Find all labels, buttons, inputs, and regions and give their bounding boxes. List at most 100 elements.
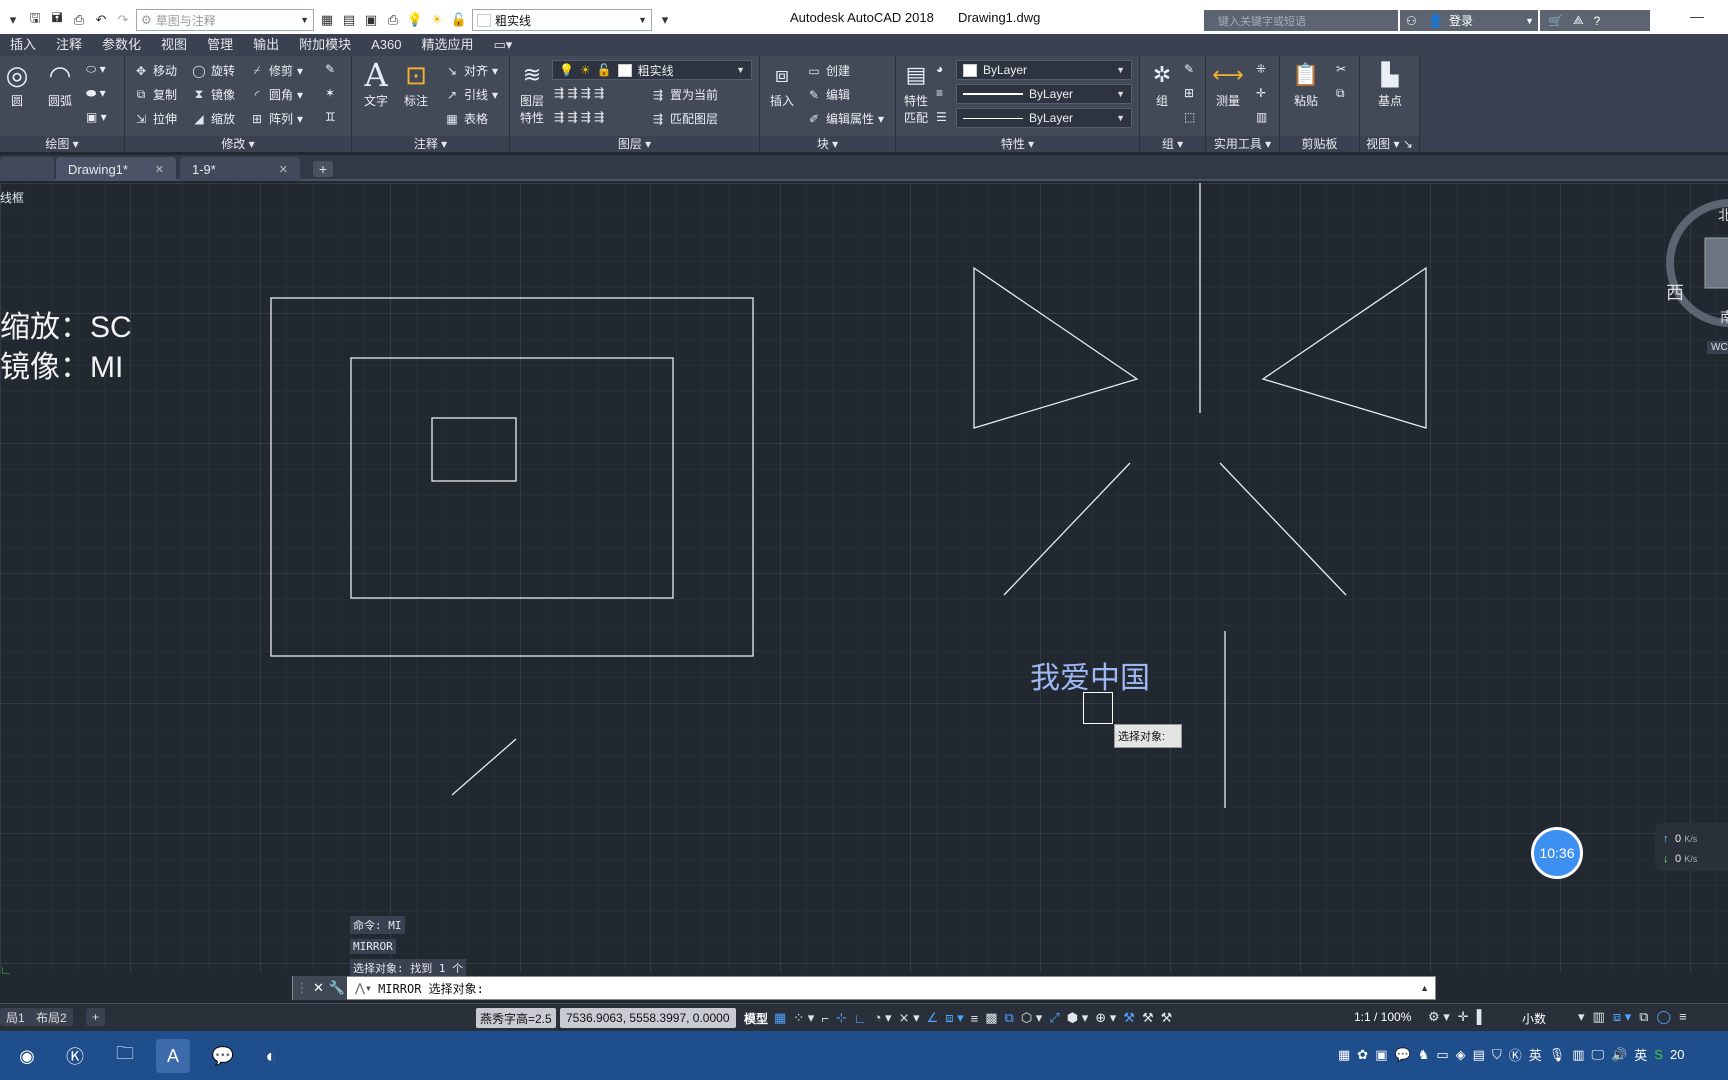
tray-app-icon-1[interactable]: ▦ xyxy=(1338,1047,1350,1063)
tray-app-icon-5[interactable]: ▭ xyxy=(1436,1047,1448,1063)
left-triangle[interactable] xyxy=(973,266,1139,429)
ungroup-icon[interactable]: ✎ xyxy=(1184,62,1194,76)
workspace-selector[interactable]: ⚙ 草图与注释 ▼ xyxy=(136,9,314,31)
snap-icon[interactable]: ⁘ ▾ xyxy=(793,1010,814,1026)
menu-icon[interactable]: ▾ xyxy=(4,11,22,29)
floating-clock[interactable]: 10:36 xyxy=(1531,827,1583,879)
group-select-icon[interactable]: ⬚ xyxy=(1184,110,1195,124)
qat-more-icon[interactable]: ▾ xyxy=(656,11,674,29)
new-tab-button[interactable]: + xyxy=(313,161,333,177)
tab-drawing1[interactable]: Drawing1* ✕ xyxy=(56,157,176,181)
exchange-icon[interactable]: ⟁ xyxy=(1573,13,1584,28)
close-icon[interactable]: ✕ xyxy=(279,163,288,176)
wrench-icon[interactable]: 🔧 xyxy=(328,980,344,996)
group-edit-icon[interactable]: ⊞ xyxy=(1184,86,1194,100)
mirror-button[interactable]: ⧗ 镜像 xyxy=(191,86,235,103)
annotation-scale-value[interactable]: 1:1 / 100% xyxy=(1354,1010,1411,1024)
short-diagonal-line[interactable] xyxy=(451,738,517,796)
edit-attribute-button[interactable]: ✐ 编辑属性 ▾ xyxy=(806,110,884,127)
dimension-button[interactable]: ⊡ 标注 xyxy=(398,58,434,109)
match-properties-button[interactable]: ▤ 特性 匹配 xyxy=(898,58,934,126)
hatch-icon[interactable]: ⬬ ▾ xyxy=(86,86,106,101)
tab-addins[interactable]: 附加模块 xyxy=(289,34,361,56)
group-button[interactable]: ✲ 组 xyxy=(1144,58,1180,109)
set-current-button[interactable]: ⇶ 置为当前 xyxy=(650,86,718,103)
erase-icon[interactable]: ✎ xyxy=(325,62,335,76)
right-triangle[interactable] xyxy=(1261,266,1427,429)
ribbon-toggle-icon[interactable]: ▭▾ xyxy=(484,34,523,56)
saveall-icon[interactable]: ▣ xyxy=(362,11,380,29)
minimize-button[interactable]: — xyxy=(1690,8,1704,24)
fillet-button[interactable]: ◜ 圆角 ▾ xyxy=(249,86,303,103)
tray-app-icon-4[interactable]: ♞ xyxy=(1418,1047,1430,1063)
hardware-accel-icon[interactable]: ⧉ xyxy=(1639,1009,1648,1025)
match-layer-button[interactable]: ⇶ 匹配图层 xyxy=(650,110,718,127)
panel-label-clipboard[interactable]: 剪贴板 xyxy=(1280,136,1359,152)
explode-icon[interactable]: ✶ xyxy=(325,86,335,100)
align-button[interactable]: ↘ 对齐 ▾ xyxy=(444,62,498,79)
bulb-icon[interactable]: 💡 xyxy=(406,11,424,29)
help-icon[interactable]: ? xyxy=(1594,14,1601,28)
tray-app-icon-3[interactable]: ▣ xyxy=(1375,1047,1387,1063)
customize-icon[interactable]: ≡ xyxy=(1679,1009,1687,1025)
isodraft-icon[interactable]: ⨯ ▾ xyxy=(899,1010,920,1026)
selection-cycling-icon[interactable]: ⧉ xyxy=(1005,1010,1014,1026)
tray-wechat-icon[interactable]: 💬 xyxy=(1395,1047,1411,1063)
gizmo-icon[interactable]: ⊕ ▾ xyxy=(1095,1010,1116,1026)
panel-label-view[interactable]: 视图 ▾ ↘ xyxy=(1360,136,1419,152)
tab-parametric[interactable]: 参数化 xyxy=(92,34,151,56)
copy-button[interactable]: ⧉ 复制 xyxy=(133,86,177,103)
outer-rectangle[interactable] xyxy=(270,297,754,657)
close-icon[interactable]: ✕ xyxy=(313,980,324,996)
layer-dropdown[interactable]: 💡 ☀ 🔓 粗实线 ▼ xyxy=(552,60,752,80)
point-icon[interactable]: ⁜ xyxy=(1256,62,1266,76)
tab-a360[interactable]: A360 xyxy=(361,34,411,56)
workspace-gear-icon[interactable]: ⚙ ▾ xyxy=(1428,1009,1450,1025)
selection-filter-icon[interactable]: ⬢ ▾ xyxy=(1067,1010,1089,1026)
trim-button[interactable]: ⌿ 修剪 ▾ xyxy=(249,62,303,79)
layer-properties-button[interactable]: ≋ 图层 特性 xyxy=(514,58,550,126)
publish-icon[interactable]: ▦ xyxy=(318,11,336,29)
arc-button[interactable]: ◠ 圆弧 xyxy=(42,58,78,109)
polar-icon[interactable]: ◔ ▾ xyxy=(874,1010,892,1026)
tab-manage[interactable]: 管理 xyxy=(197,34,243,56)
font-height-indicator[interactable]: 燕秀字高=2.5 xyxy=(476,1008,556,1028)
plus-icon[interactable]: ✛ xyxy=(1458,1009,1469,1025)
dynamic-input-icon[interactable]: ⊹ xyxy=(836,1010,847,1026)
tray-ime-icon[interactable]: 英 xyxy=(1529,1045,1542,1064)
tab-insert[interactable]: 插入 xyxy=(0,34,46,56)
inner-rectangle[interactable] xyxy=(431,417,517,482)
diagonal-line-left[interactable] xyxy=(1003,462,1131,596)
scale-button[interactable]: ◢ 缩放 xyxy=(191,110,235,127)
cart-icon[interactable]: 🛒 xyxy=(1548,14,1563,28)
viewcube-west-label[interactable]: 西 xyxy=(1666,279,1684,305)
command-line[interactable]: ⋮ ✕ 🔧 ⋀▾ MIRROR 选择对象: ▲ xyxy=(292,976,1436,1000)
panel-label-draw[interactable]: 绘图 ▾ xyxy=(0,136,124,152)
insert-button[interactable]: ⧈ 插入 xyxy=(764,58,800,109)
array-button[interactable]: ⊞ 阵列 ▾ xyxy=(249,110,303,127)
text-button[interactable]: A 文字 xyxy=(358,56,394,109)
ellipse-icon[interactable]: ⬭ ▾ xyxy=(86,62,106,77)
tab-start[interactable] xyxy=(0,157,54,181)
tab-view[interactable]: 视图 xyxy=(151,34,197,56)
annotation-visibility-icon[interactable]: ⚒ xyxy=(1123,1010,1135,1026)
copy-clip-icon[interactable]: ⧉ xyxy=(1336,86,1345,101)
transparency-icon[interactable]: ▩ xyxy=(985,1010,997,1026)
sun-icon[interactable]: ☀ xyxy=(428,11,446,29)
panel-label-block[interactable]: 块 ▾ xyxy=(760,136,895,152)
drawing-canvas[interactable]: 线框 缩放：SC 镜像：MI 我爱中国 选择对象: 西 北 南 WC 10:36… xyxy=(0,183,1728,977)
units-value[interactable]: 小数 xyxy=(1522,1010,1546,1027)
save-icon[interactable]: 🖫 xyxy=(26,10,44,29)
panel-label-groups[interactable]: 组 ▾ xyxy=(1140,136,1205,152)
linetype-dropdown[interactable]: ByLayer ▼ xyxy=(956,108,1132,128)
print-icon[interactable]: ⎙ xyxy=(70,11,88,29)
add-layout-button[interactable]: + xyxy=(86,1008,106,1026)
diagonal-line-right[interactable] xyxy=(1219,462,1347,596)
infer-icon[interactable]: ⌐ xyxy=(821,1011,829,1026)
network-icon[interactable]: 🖵 xyxy=(1592,1047,1605,1063)
save-as-icon[interactable]: 🖬 xyxy=(48,10,66,29)
layer-selector-top[interactable]: 粗实线 ▼ xyxy=(472,9,652,31)
edge-icon[interactable]: ◐ xyxy=(254,1039,288,1073)
measure-button[interactable]: ⟷ 测量 xyxy=(1210,58,1246,109)
undo-icon[interactable]: ↶ xyxy=(92,11,110,29)
